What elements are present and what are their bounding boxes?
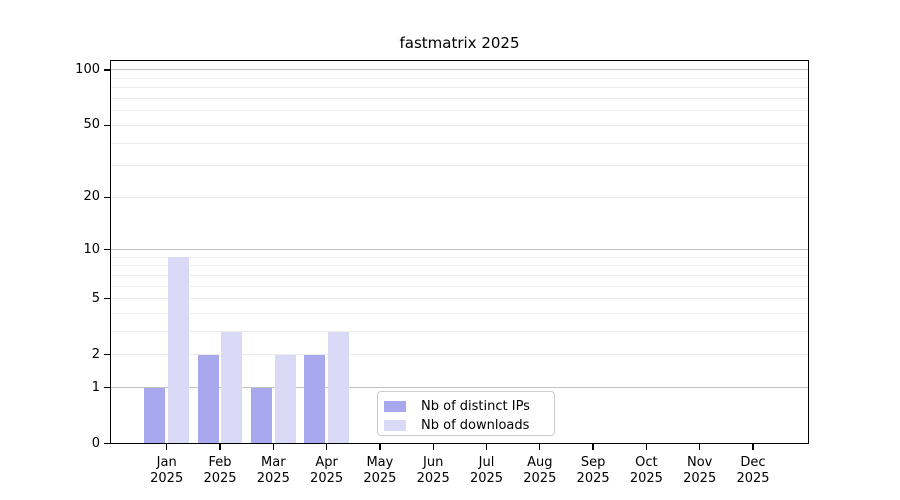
gridline-minor-40 <box>111 143 808 144</box>
y-tick-mark-20 <box>104 197 110 198</box>
x-tick-mark-nov <box>699 444 700 450</box>
legend-label-downloads: Nb of downloads <box>421 418 529 433</box>
gridline-minor-9 <box>111 257 808 258</box>
y-tick-mark-1 <box>104 387 110 388</box>
gridline-minor-70 <box>111 98 808 99</box>
y-tick-mark-10 <box>104 249 110 250</box>
bar-downloads-apr <box>328 332 349 444</box>
legend-swatch-distinct-ips <box>384 401 406 412</box>
gridline-minor-7 <box>111 275 808 276</box>
y-tick-mark-5 <box>104 298 110 299</box>
x-tick-mark-jun <box>433 444 434 450</box>
x-tick-mark-jan <box>166 444 167 450</box>
chart-title: fastmatrix 2025 <box>110 34 809 52</box>
bar-distinct-ips-apr <box>304 355 325 444</box>
gridline-minor-60 <box>111 110 808 111</box>
y-tick-label-2: 2 <box>36 347 100 363</box>
bar-distinct-ips-jan <box>144 388 165 444</box>
gridline-minor-6 <box>111 286 808 287</box>
y-tick-label-50: 50 <box>36 117 100 133</box>
gridline-major-10 <box>111 249 808 250</box>
gridline-major-100 <box>111 69 808 70</box>
bar-downloads-feb <box>221 332 242 444</box>
y-tick-label-10: 10 <box>36 242 100 258</box>
y-tick-mark-0 <box>104 443 110 444</box>
y-tick-label-100: 100 <box>36 62 100 78</box>
x-tick-mark-aug <box>539 444 540 450</box>
gridline-minor-90 <box>111 78 808 79</box>
gridline-minor-80 <box>111 87 808 88</box>
gridline-minor-50 <box>111 125 808 126</box>
gridline-minor-4 <box>111 313 808 314</box>
x-tick-mark-apr <box>326 444 327 450</box>
legend-label-distinct-ips: Nb of distinct IPs <box>421 399 530 414</box>
gridline-minor-8 <box>111 265 808 266</box>
legend-item-distinct-ips: Nb of distinct IPs <box>384 397 554 416</box>
legend: Nb of distinct IPs Nb of downloads <box>377 391 555 436</box>
gridline-minor-5 <box>111 298 808 299</box>
x-tick-mark-mar <box>273 444 274 450</box>
y-tick-label-0: 0 <box>36 436 100 452</box>
y-tick-label-20: 20 <box>36 189 100 205</box>
gridline-minor-30 <box>111 165 808 166</box>
gridline-minor-3 <box>111 331 808 332</box>
x-tick-mark-oct <box>646 444 647 450</box>
y-tick-mark-100 <box>104 69 110 70</box>
gridline-minor-20 <box>111 197 808 198</box>
x-tick-mark-feb <box>219 444 220 450</box>
x-tick-label-dec: Dec2025 <box>721 455 785 487</box>
legend-item-downloads: Nb of downloads <box>384 416 554 435</box>
x-tick-mark-may <box>379 444 380 450</box>
figure: fastmatrix 2025 0125102050100Jan2025Feb2… <box>0 0 900 500</box>
y-tick-mark-2 <box>104 354 110 355</box>
bar-distinct-ips-feb <box>198 355 219 444</box>
bar-downloads-jan <box>168 257 189 444</box>
x-tick-mark-sep <box>592 444 593 450</box>
legend-swatch-downloads <box>384 420 406 431</box>
y-tick-mark-50 <box>104 125 110 126</box>
plot-area <box>110 60 809 444</box>
y-tick-label-1: 1 <box>36 380 100 396</box>
x-tick-mark-dec <box>752 444 753 450</box>
y-tick-label-5: 5 <box>36 291 100 307</box>
x-tick-mark-jul <box>486 444 487 450</box>
bar-downloads-mar <box>275 355 296 444</box>
bar-distinct-ips-mar <box>251 388 272 444</box>
